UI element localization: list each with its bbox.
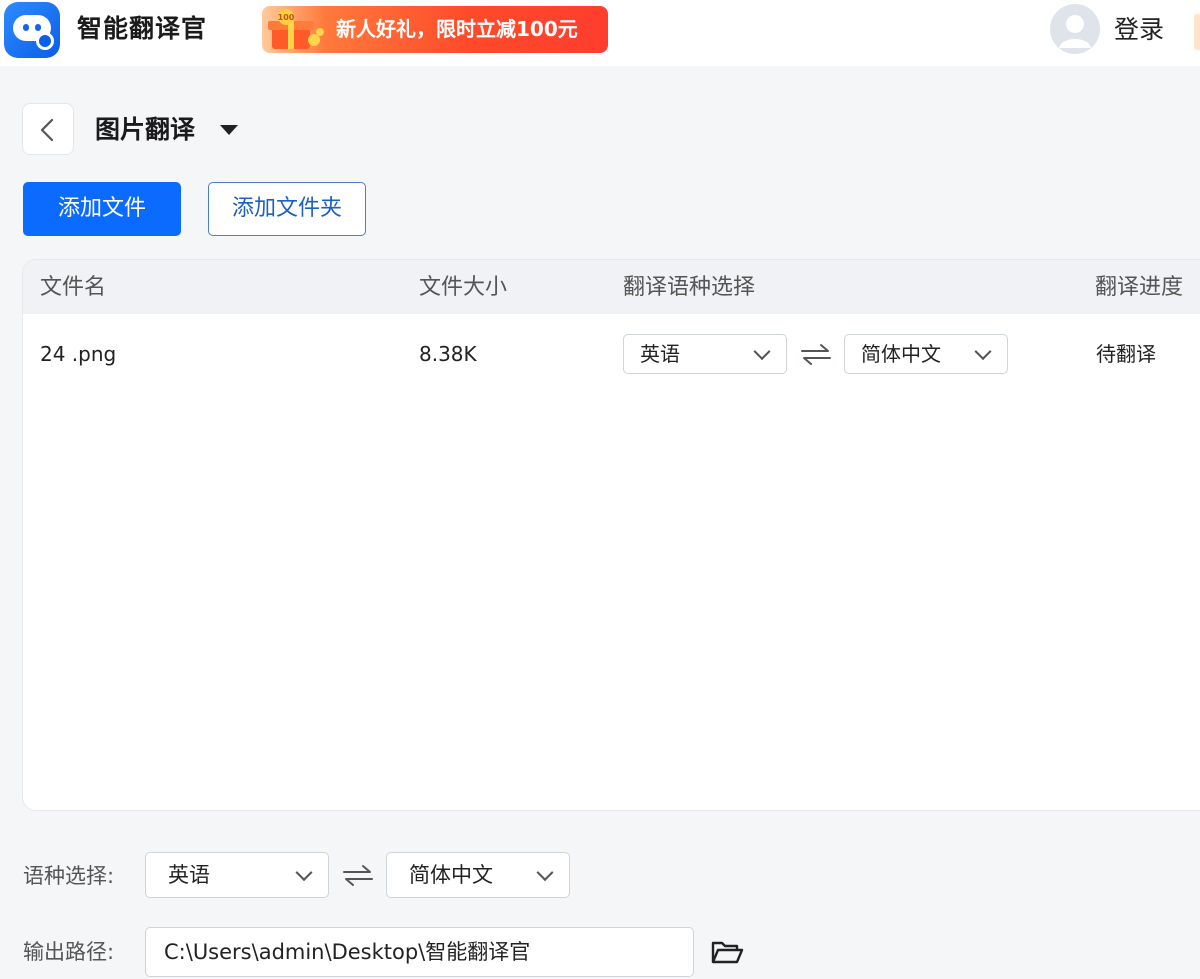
language-label: 语种选择: [23,864,115,888]
page-title[interactable]: 图片翻译 [95,112,195,148]
promo-amount: 100元 [516,17,578,41]
login-link[interactable]: 登录 [1114,12,1164,48]
output-path-label: 输出路径: [23,940,115,964]
column-header-file-size: 文件大小 [419,275,508,300]
output-path-input[interactable]: C:\Users\admin\Desktop\智能翻译官 [145,927,694,977]
column-header-progress: 翻译进度 [1095,275,1184,300]
column-header-file-name: 文件名 [40,275,107,300]
back-button[interactable] [22,103,74,155]
chevron-left-icon [40,118,54,142]
source-language-value: 英语 [168,863,210,887]
promo-text-prefix: 新人好礼，限时立减 [336,17,516,41]
robot-eye-left [23,24,29,31]
chevron-down-icon [295,864,313,882]
promo-banner[interactable]: 100 新人好礼，限时立减100元 [262,6,608,53]
app-title: 智能翻译官 [77,14,208,43]
logo-badge [36,32,54,50]
user-avatar-icon[interactable] [1050,4,1100,54]
robot-eye-right [35,24,41,31]
chevron-down-icon [536,864,554,882]
gift-badge-text: 100 [278,13,295,22]
swap-arrows-icon[interactable] [800,343,832,365]
column-header-language: 翻译语种选择 [623,275,756,300]
promo-text: 新人好礼，限时立减100元 [336,6,578,53]
swap-arrows-icon[interactable] [342,864,374,886]
robot-logo-icon [4,2,60,58]
add-file-button[interactable]: 添加文件 [23,182,181,236]
source-language-select[interactable]: 英语 [145,852,329,898]
file-table [22,259,1200,811]
header-edge-decoration [1194,14,1200,50]
row-target-language-value: 简体中文 [861,342,941,366]
target-language-select[interactable]: 简体中文 [386,852,570,898]
chevron-down-icon [753,343,771,361]
target-language-value: 简体中文 [409,863,493,887]
row-status: 待翻译 [1096,342,1156,366]
gift-box-icon: 100 [268,9,324,49]
row-source-language-value: 英语 [640,342,680,366]
table-header [23,260,1200,314]
caret-down-icon[interactable] [220,125,238,135]
row-file-size: 8.38K [419,342,477,366]
chevron-down-icon [974,343,992,361]
row-source-language-select[interactable]: 英语 [623,334,787,374]
row-file-name: 24 .png [40,342,117,366]
folder-open-icon[interactable] [710,938,744,966]
row-target-language-select[interactable]: 简体中文 [844,334,1008,374]
add-folder-button[interactable]: 添加文件夹 [208,182,366,236]
